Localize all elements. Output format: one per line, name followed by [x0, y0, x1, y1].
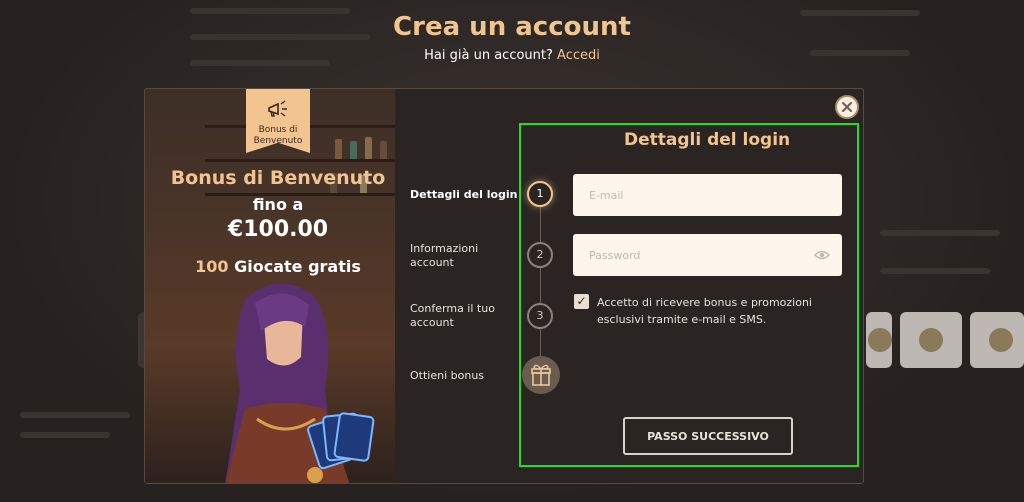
password-field[interactable] — [573, 234, 842, 276]
email-field[interactable] — [573, 174, 842, 216]
bonus-amount: €100.00 — [227, 217, 329, 242]
bonus-ribbon-label: Bonus di Benvenuto — [253, 125, 303, 146]
step-label-account-info: Informazioni account — [410, 242, 479, 269]
panel-title: Dettagli del login — [624, 130, 791, 150]
close-button[interactable] — [835, 95, 859, 119]
bonus-upto: fino a — [252, 195, 304, 214]
bonus-title: Bonus di Benvenuto — [170, 167, 386, 189]
login-prompt-text: Hai già un account? — [424, 48, 553, 63]
close-icon — [842, 102, 852, 112]
consent-text: Accetto di ricevere bonus e promozioni e… — [597, 296, 812, 326]
casino-character-illustration — [225, 283, 375, 483]
next-step-button[interactable]: PASSO SUCCESSIVO — [623, 417, 793, 455]
login-link[interactable]: Accedi — [557, 48, 600, 63]
step-label-get-bonus: Ottieni bonus — [410, 369, 485, 382]
page-title: Crea un account — [393, 12, 631, 42]
megaphone-icon — [268, 100, 287, 117]
login-prompt: Hai già un account? Accedi — [0, 48, 1024, 63]
step-label-login-details: Dettagli del login — [410, 188, 518, 201]
welcome-bonus-banner: Bonus di Benvenuto Bonus di Benvenuto fi… — [145, 89, 395, 483]
eye-icon[interactable] — [814, 247, 830, 263]
consent-checkbox[interactable]: ✓ — [574, 294, 589, 309]
step-label-confirm-account: Conferma il tuo account — [410, 302, 495, 329]
